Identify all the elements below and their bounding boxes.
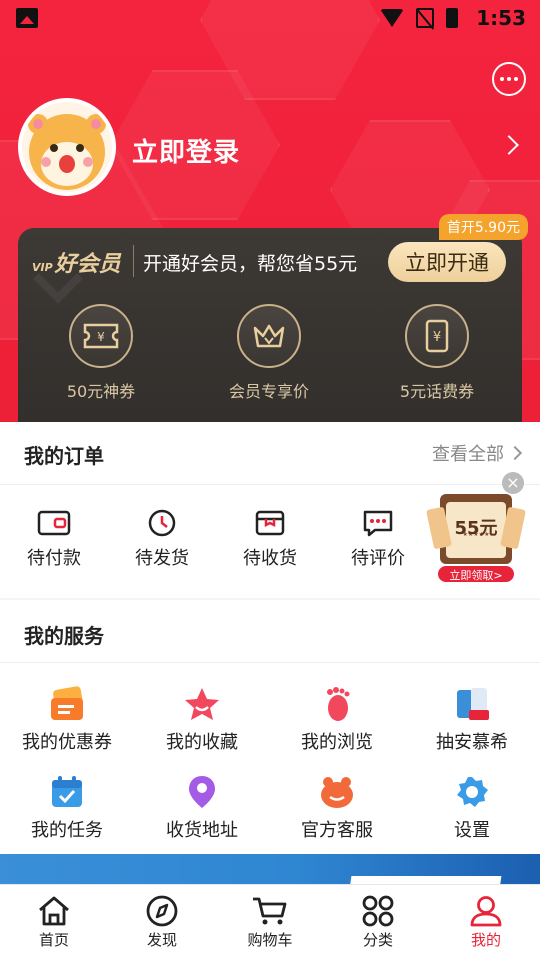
order-pending-review[interactable]: 待评价 bbox=[328, 508, 428, 570]
nav-mine[interactable]: 我的 bbox=[432, 885, 540, 960]
nav-home[interactable]: 首页 bbox=[0, 885, 108, 960]
chevron-right-icon bbox=[507, 445, 523, 461]
clock-icon bbox=[148, 509, 176, 537]
service-address[interactable]: 收货地址 bbox=[152, 774, 252, 842]
service-settings[interactable]: 设置 bbox=[422, 774, 522, 842]
service-label: 抽安慕希 bbox=[436, 732, 508, 753]
divider bbox=[0, 484, 540, 485]
vip-perk-coupon[interactable]: ¥ 50元神券 bbox=[31, 304, 171, 402]
star-icon bbox=[185, 688, 219, 720]
service-label: 收货地址 bbox=[166, 820, 238, 841]
footprint-icon bbox=[327, 687, 350, 721]
vip-perk-label: 会员专享价 bbox=[228, 382, 309, 401]
battery-icon bbox=[446, 8, 458, 28]
vip-perk-phone[interactable]: ¥ 5元话费券 bbox=[367, 304, 507, 402]
message-dot bbox=[500, 77, 504, 81]
close-icon[interactable]: × bbox=[502, 472, 524, 494]
order-item-label: 待发货 bbox=[135, 548, 189, 569]
order-item-label: 待付款 bbox=[27, 548, 81, 569]
image-notification-icon bbox=[16, 8, 38, 28]
service-label: 官方客服 bbox=[301, 820, 373, 841]
divider bbox=[0, 662, 540, 663]
vip-first-open-badge: 首开5.90元 bbox=[438, 214, 528, 240]
order-pending-payment[interactable]: 待付款 bbox=[4, 508, 104, 570]
nav-label: 购物车 bbox=[247, 931, 293, 949]
divider bbox=[133, 245, 134, 277]
coupon-stack-icon bbox=[51, 686, 83, 720]
svg-text:¥: ¥ bbox=[433, 330, 441, 345]
crown-icon bbox=[237, 304, 301, 368]
nav-category[interactable]: 分类 bbox=[324, 885, 432, 960]
see-all-label: 查看全部 bbox=[432, 444, 504, 465]
service-label: 我的浏览 bbox=[301, 732, 373, 753]
yogurt-gift-icon bbox=[457, 688, 489, 720]
vip-perk-price[interactable]: 会员专享价 bbox=[199, 304, 339, 402]
nav-cart[interactable]: 购物车 bbox=[216, 885, 324, 960]
coupon-promo-widget[interactable]: ★★★★★ 55元 立即领取> bbox=[426, 488, 526, 584]
nav-label: 分类 bbox=[362, 931, 393, 949]
status-bar: 1:53 bbox=[0, 0, 540, 36]
vip-promo-text: 开通好会员，帮您省55元 bbox=[143, 253, 358, 275]
service-tasks[interactable]: 我的任务 bbox=[17, 774, 117, 842]
category-grid-icon bbox=[362, 895, 394, 927]
service-favorites[interactable]: 我的收藏 bbox=[152, 686, 252, 754]
orders-title: 我的订单 bbox=[24, 444, 104, 468]
message-button[interactable] bbox=[492, 62, 526, 96]
order-pending-shipment[interactable]: 待发货 bbox=[112, 508, 212, 570]
order-item-label: 待评价 bbox=[351, 548, 405, 569]
wifi-icon bbox=[380, 9, 404, 27]
avatar[interactable] bbox=[18, 98, 116, 196]
hamster-avatar-icon bbox=[28, 114, 106, 190]
home-icon bbox=[39, 896, 69, 926]
service-label: 我的任务 bbox=[31, 820, 103, 841]
service-label: 设置 bbox=[454, 820, 490, 841]
vip-open-button[interactable]: 立即开通 bbox=[388, 242, 506, 282]
nav-label: 首页 bbox=[38, 931, 69, 949]
promo-banner[interactable] bbox=[0, 854, 540, 884]
calendar-check-icon bbox=[52, 776, 82, 807]
nav-discover[interactable]: 发现 bbox=[108, 885, 216, 960]
vip-logo-text: 好会员 bbox=[54, 252, 121, 277]
location-pin-icon bbox=[189, 776, 215, 808]
gear-icon bbox=[457, 777, 488, 807]
message-dot bbox=[514, 77, 518, 81]
vip-logo-prefix: VIP bbox=[32, 261, 53, 274]
service-coupons[interactable]: 我的优惠券 bbox=[17, 686, 117, 754]
customer-service-icon bbox=[321, 777, 353, 808]
service-label: 我的优惠券 bbox=[22, 732, 112, 753]
user-icon bbox=[470, 896, 502, 927]
login-link[interactable]: 立即登录 bbox=[132, 132, 240, 169]
service-customer-support[interactable]: 官方客服 bbox=[287, 774, 387, 842]
service-history[interactable]: 我的浏览 bbox=[287, 686, 387, 754]
comment-icon bbox=[363, 510, 393, 537]
svg-text:¥: ¥ bbox=[97, 330, 105, 344]
phone-yuan-icon: ¥ bbox=[405, 304, 469, 368]
coupon-icon: ¥ bbox=[69, 304, 133, 368]
vip-perk-label: 5元话费券 bbox=[399, 382, 475, 401]
cart-icon bbox=[253, 897, 287, 925]
nav-label: 我的 bbox=[470, 931, 501, 949]
promo-cta: 立即领取> bbox=[449, 569, 503, 582]
services-title: 我的服务 bbox=[24, 624, 104, 648]
no-sim-icon bbox=[416, 8, 434, 28]
wallet-icon bbox=[37, 510, 71, 536]
box-icon bbox=[255, 510, 285, 536]
service-label: 我的收藏 bbox=[166, 732, 238, 753]
service-yogurt-draw[interactable]: 抽安慕希 bbox=[422, 686, 522, 754]
bottom-nav: 首页 发现 购物车 分类 我的 bbox=[0, 884, 540, 960]
order-item-label: 待收货 bbox=[243, 548, 297, 569]
see-all-orders-link[interactable]: 查看全部 bbox=[432, 440, 523, 466]
status-time: 1:53 bbox=[476, 6, 526, 30]
promo-amount: 55元 bbox=[454, 518, 498, 539]
compass-icon bbox=[146, 895, 178, 927]
nav-label: 发现 bbox=[146, 931, 177, 949]
vip-perk-label: 50元神券 bbox=[66, 382, 136, 401]
vip-logo: VIP 好会员 bbox=[32, 246, 121, 278]
order-pending-receipt[interactable]: 待收货 bbox=[220, 508, 320, 570]
message-dot bbox=[507, 77, 511, 81]
